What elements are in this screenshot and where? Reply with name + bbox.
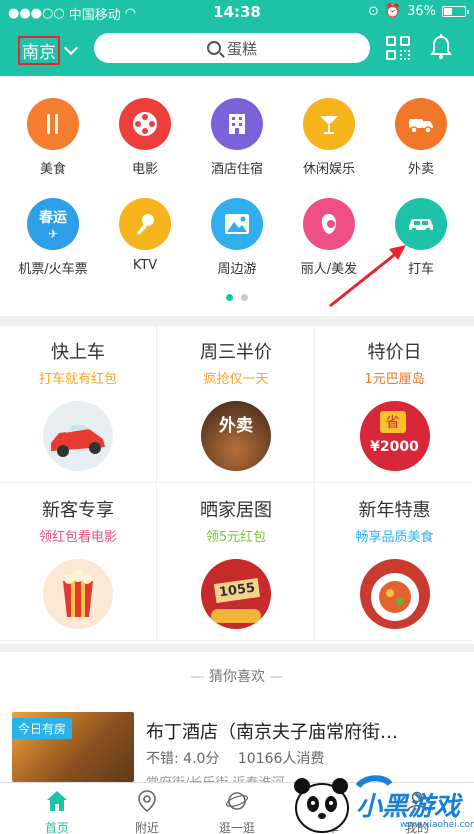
promo-subtitle: 领红包看电影 (38, 530, 117, 545)
taxi-icon (395, 198, 447, 250)
watermark: 小黑游戏 www.xiaohei.com (286, 768, 474, 834)
category-food[interactable]: 美食 (6, 98, 100, 177)
food-icon (27, 98, 79, 150)
category-hotel[interactable]: 酒店住宿 (190, 98, 284, 177)
category-label: 周边游 (217, 262, 257, 277)
promo-card[interactable]: 新客专享 领红包看电影 (0, 484, 157, 641)
category-label: 酒店住宿 (210, 162, 263, 177)
promo-subtitle: 疯抢仅一天 (203, 372, 269, 387)
promo-subtitle: 打车就有红包 (38, 372, 117, 387)
delivery-icon (395, 98, 447, 150)
category-label: 美食 (39, 162, 66, 177)
hotel-rating: 不错: 4.0分 (146, 751, 220, 767)
film-icon (119, 98, 171, 150)
battery-icon (442, 6, 469, 17)
category-label: KTV (132, 258, 158, 273)
page-dot-active (226, 294, 233, 301)
category-ktv[interactable]: KTV (98, 198, 192, 273)
recommendation-section: — 猜你喜欢 — 今日有房 布丁酒店（南京夫子庙常府街… 不错: 4.0分 10… (0, 652, 474, 791)
category-flight[interactable]: 春运 ✈ 机票/火车票 (6, 198, 100, 277)
planet-icon (225, 792, 249, 810)
coins-image: 1055 (201, 559, 271, 629)
city-label: 南京 (18, 36, 60, 65)
category-beauty[interactable]: 丽人/美发 (282, 198, 376, 277)
page-indicator[interactable] (0, 294, 474, 301)
category-grid: 美食 电影 酒店住宿 休闲娱乐 外卖 春运 ✈ 机票/火车票 KTV 周边游 丽… (0, 76, 474, 316)
page-dot (241, 294, 248, 301)
promo-title: 新客专享 (42, 500, 114, 521)
top-nav: 南京 蛋糕 (0, 24, 474, 76)
flight-icon: 春运 ✈ (27, 198, 79, 250)
status-right: ⊙ ⏰ 36% (368, 4, 469, 19)
category-leisure[interactable]: 休闲娱乐 (282, 98, 376, 177)
category-delivery[interactable]: 外卖 (374, 98, 468, 177)
promo-subtitle: 1元巴厘岛 (364, 372, 425, 387)
promo-card[interactable]: 特价日 1元巴厘岛 省 ¥2000 (316, 326, 473, 483)
qr-scan-icon[interactable] (386, 36, 410, 60)
promo-subtitle: 领5元红包 (205, 530, 267, 545)
tab-explore[interactable]: 逛一逛 (190, 783, 284, 834)
promo-card[interactable]: 新年特惠 畅享品质美食 (316, 484, 473, 641)
category-label: 外卖 (407, 162, 434, 177)
tab-label: 逛一逛 (218, 821, 255, 834)
beauty-icon (303, 198, 355, 250)
lock-rotation-icon: ⊙ (368, 4, 379, 19)
category-taxi[interactable]: 打车 (374, 198, 468, 277)
promo-grid: 快上车 打车就有红包 周三半价 疯抢仅一天 外卖 特价日 1元巴厘岛 省 ¥20… (0, 326, 474, 644)
tab-label: 首页 (44, 821, 69, 834)
hotel-thumbnail[interactable]: 今日有房 (12, 712, 134, 782)
category-label: 丽人/美发 (300, 262, 358, 277)
landscape-icon (211, 198, 263, 250)
voucher-image: 省 ¥2000 (359, 401, 430, 471)
promo-subtitle: 畅享品质美食 (355, 530, 434, 545)
search-bar[interactable]: 蛋糕 (94, 33, 370, 63)
tab-nearby[interactable]: 附近 (100, 783, 194, 834)
city-selector[interactable]: 南京 (18, 36, 79, 65)
hotel-icon (211, 98, 263, 150)
location-pin-icon (138, 790, 156, 813)
tab-label: 附近 (134, 821, 159, 834)
promo-card[interactable]: 快上车 打车就有红包 (0, 326, 157, 483)
red-car-image (43, 401, 113, 471)
promo-title: 新年特惠 (358, 500, 431, 521)
microphone-icon (119, 198, 171, 250)
home-icon (47, 791, 67, 811)
promo-title: 特价日 (367, 342, 422, 363)
promo-title: 周三半价 (200, 342, 272, 363)
section-heading: — 猜你喜欢 — (190, 669, 284, 685)
tab-home[interactable]: 首页 (10, 783, 104, 834)
search-icon (206, 41, 221, 55)
dish-image (359, 559, 430, 629)
alarm-icon: ⏰ (384, 4, 402, 19)
category-label: 休闲娱乐 (302, 162, 355, 177)
header: ●●●○○ 中国移动 ◠ 14:38 ⊙ ⏰ 36% 南京 蛋糕 (0, 0, 474, 76)
category-label: 机票/火车票 (18, 262, 88, 277)
promo-card[interactable]: 晒家居图 领5元红包 1055 (158, 484, 315, 641)
category-trip[interactable]: 周边游 (190, 198, 284, 277)
takeaway-food-image: 外卖 (201, 401, 271, 471)
promo-title: 晒家居图 (200, 500, 272, 521)
availability-badge: 今日有房 (12, 718, 73, 739)
promo-card[interactable]: 周三半价 疯抢仅一天 外卖 (158, 326, 315, 483)
cocktail-icon (303, 98, 355, 150)
category-label: 电影 (131, 162, 158, 177)
hotel-name[interactable]: 布丁酒店（南京夫子庙常府街… (146, 718, 446, 744)
search-placeholder: 蛋糕 (226, 39, 257, 58)
category-film[interactable]: 电影 (98, 98, 192, 177)
popcorn-image (43, 559, 113, 629)
bell-icon[interactable] (430, 34, 452, 60)
hotel-meta: 不错: 4.0分 10166人消费 (146, 748, 324, 768)
chevron-down-icon (63, 40, 79, 56)
status-bar: ●●●○○ 中国移动 ◠ 14:38 ⊙ ⏰ 36% (0, 0, 474, 24)
promo-title: 快上车 (51, 342, 105, 363)
category-label: 打车 (407, 262, 434, 277)
hotel-consumed: 10166人消费 (237, 751, 325, 767)
battery-percent: 36% (407, 4, 436, 19)
